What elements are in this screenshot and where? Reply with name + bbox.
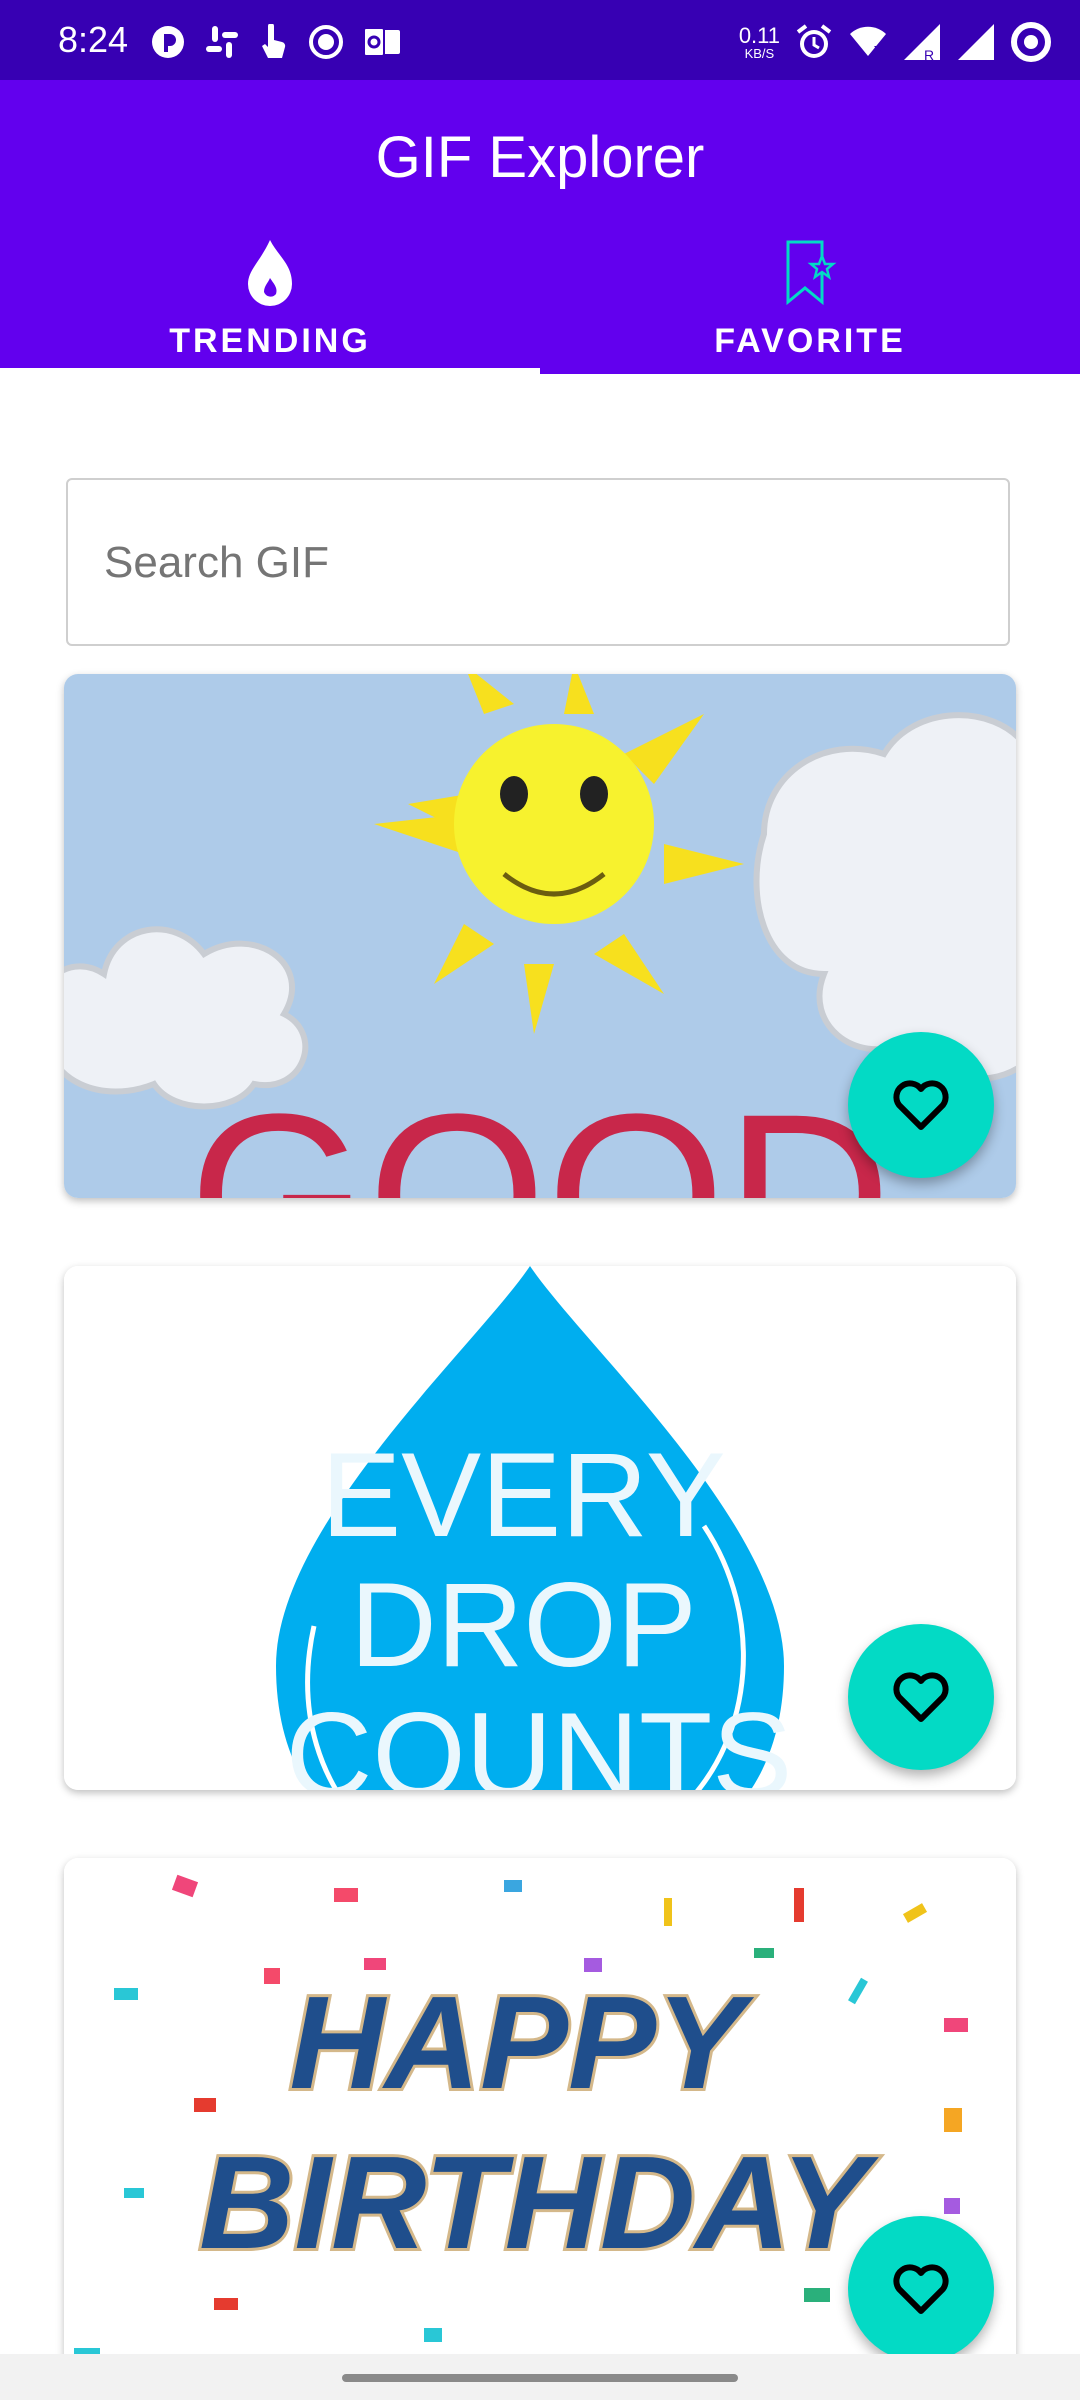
fire-icon — [248, 240, 292, 306]
touch-icon — [262, 24, 286, 58]
net-speed: 0.11 KB/S — [738, 22, 780, 61]
navigation-bar — [0, 2354, 1080, 2400]
birthday-caption-line-1: HAPPY — [289, 1969, 754, 2116]
outlook-icon — [363, 27, 400, 57]
alarm-icon — [796, 24, 832, 58]
home-gesture-handle[interactable] — [342, 2374, 738, 2382]
wifi-icon — [850, 26, 886, 56]
heart-outline-icon — [893, 2264, 949, 2314]
drop-caption-line-3: COUNTS — [286, 1688, 793, 1790]
net-speed-unit: KB/S — [744, 45, 775, 61]
net-speed-value: 0.11 — [738, 22, 780, 48]
page-title: GIF Explorer — [375, 125, 705, 190]
heart-outline-icon — [893, 1080, 949, 1130]
signal-icon — [958, 24, 994, 60]
record-icon — [309, 25, 343, 59]
tab-label-trending: TRENDING — [169, 322, 371, 360]
favorite-button[interactable] — [848, 1624, 994, 1770]
gif-card[interactable]: HAPPY BIRTHDAY — [64, 1858, 1016, 2382]
favorite-button[interactable] — [848, 2216, 994, 2362]
svg-text:R: R — [924, 47, 934, 62]
drop-caption-line-1: EVERY — [321, 1428, 724, 1562]
slack-icon — [206, 26, 238, 58]
search-box — [66, 478, 1010, 646]
app-bar: GIF Explorer TRENDING FAVORITE — [0, 80, 1080, 374]
heart-outline-icon — [893, 1672, 949, 1722]
gif-card[interactable]: EVERY DROP COUNTS — [64, 1266, 1016, 1790]
tab-indicator — [0, 368, 540, 374]
tab-trending[interactable]: TRENDING — [0, 220, 540, 374]
birthday-caption-line-2: BIRTHDAY — [199, 2129, 879, 2276]
favorite-button[interactable] — [848, 1032, 994, 1178]
tab-bar: TRENDING FAVORITE — [0, 220, 1080, 374]
signal-r-icon: R — [904, 24, 940, 62]
tab-favorite[interactable]: FAVORITE — [540, 220, 1080, 374]
drop-caption-line-2: DROP — [350, 1558, 695, 1692]
system-icons: 0.11 KB/S R — [739, 20, 1052, 64]
notification-icons — [150, 22, 402, 62]
bookmark-star-icon — [786, 240, 837, 306]
messenger-icon — [152, 26, 184, 58]
gif-caption-good: GOOD — [189, 1066, 892, 1198]
search-input[interactable] — [102, 480, 966, 646]
gif-caption-every-drop-counts: EVERY DROP COUNTS — [286, 1428, 793, 1790]
tab-label-favorite: FAVORITE — [714, 322, 906, 360]
gif-card[interactable]: GOOD — [64, 674, 1016, 1198]
status-time: 8:24 — [58, 19, 129, 60]
battery-ring-icon — [1011, 22, 1051, 62]
status-bar: 8:24 0.11 KB/S R — [0, 0, 1080, 80]
